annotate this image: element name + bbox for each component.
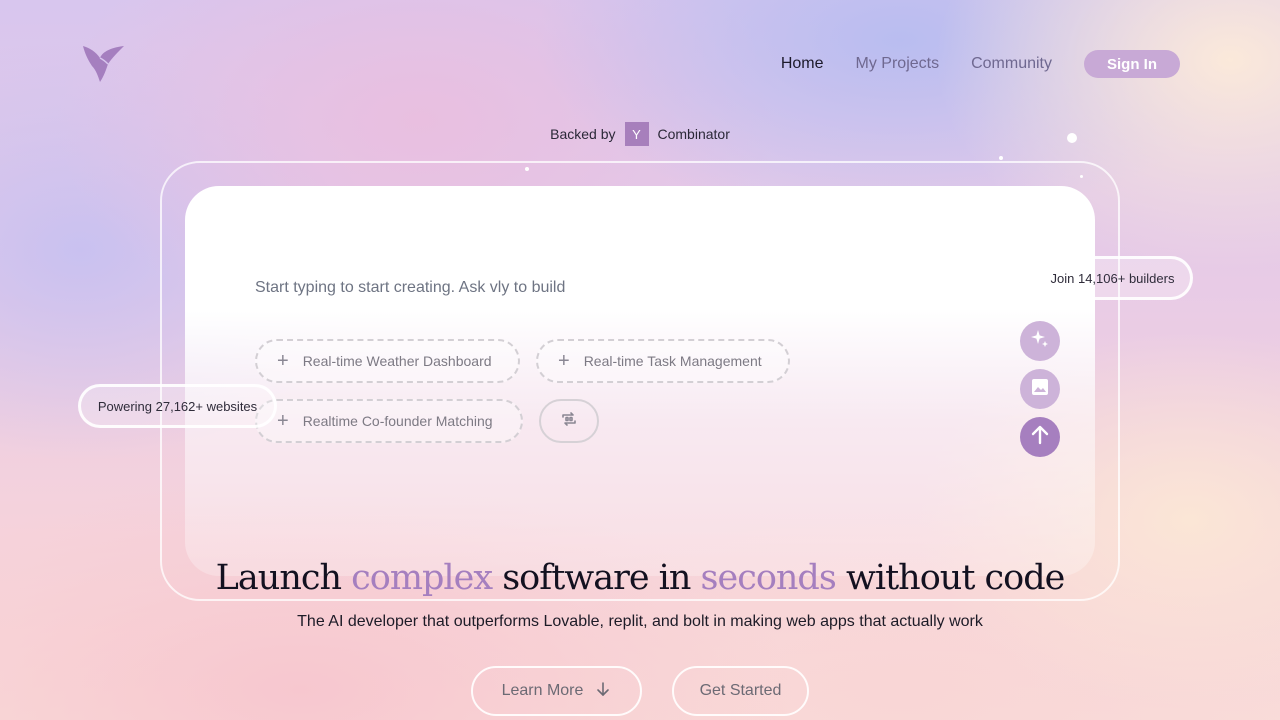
learn-more-button[interactable]: Learn More — [471, 666, 642, 716]
plus-icon: + — [277, 410, 289, 432]
headline-part: without code — [845, 558, 1065, 598]
shuffle-suggestions-button[interactable] — [539, 399, 599, 443]
headline-part: Launch — [215, 558, 342, 598]
sign-in-button[interactable]: Sign In — [1084, 50, 1180, 78]
image-icon — [1030, 377, 1050, 402]
get-started-button[interactable]: Get Started — [672, 666, 809, 716]
y-combinator-logo: Y — [624, 122, 649, 146]
arrow-down-icon — [595, 681, 611, 702]
nav-home-link[interactable]: Home — [781, 55, 824, 73]
suggestion-label: Real-time Task Management — [583, 353, 762, 369]
suggestion-chip[interactable]: + Realtime Co-founder Matching — [255, 399, 523, 443]
prompt-input[interactable]: Start typing to start creating. Ask vly … — [255, 279, 565, 297]
hero-subtitle: The AI developer that outperforms Lovabl… — [297, 613, 983, 630]
learn-more-label: Learn More — [501, 682, 584, 699]
hero-headline: Launch complex software in seconds witho… — [0, 558, 1280, 598]
attach-image-button[interactable] — [1020, 369, 1060, 409]
backed-by-banner: Backed by Y Combinator — [0, 122, 1280, 146]
enhance-prompt-button[interactable] — [1020, 321, 1060, 361]
headline-accent: seconds — [700, 558, 837, 598]
suggestion-label: Realtime Co-founder Matching — [302, 413, 493, 429]
plus-icon: + — [277, 350, 289, 372]
decor-dot — [1067, 133, 1077, 143]
suggestion-chip[interactable]: + Real-time Weather Dashboard — [255, 339, 520, 383]
plus-icon: + — [558, 350, 570, 372]
get-started-label: Get Started — [699, 682, 782, 699]
headline-part: software in — [502, 558, 691, 598]
combinator-text: Combinator — [657, 126, 730, 142]
builders-count-badge: Join 14,106+ builders — [1032, 256, 1193, 300]
suggestion-label: Real-time Weather Dashboard — [302, 353, 492, 369]
logo-bird-icon[interactable] — [82, 44, 126, 84]
decor-dot — [999, 156, 1003, 160]
nav-community-link[interactable]: Community — [971, 55, 1052, 73]
nav-my-projects-link[interactable]: My Projects — [856, 55, 940, 73]
backed-by-text: Backed by — [550, 126, 616, 142]
send-prompt-button[interactable] — [1020, 417, 1060, 457]
sparkle-icon — [1029, 328, 1051, 355]
websites-count-badge: Powering 27,162+ websites — [78, 384, 277, 428]
arrow-up-icon — [1029, 424, 1051, 451]
headline-accent: complex — [351, 558, 493, 598]
shuffle-icon — [560, 410, 578, 433]
suggestion-chip[interactable]: + Real-time Task Management — [536, 339, 790, 383]
top-nav: Home My Projects Community Sign In — [781, 50, 1180, 78]
